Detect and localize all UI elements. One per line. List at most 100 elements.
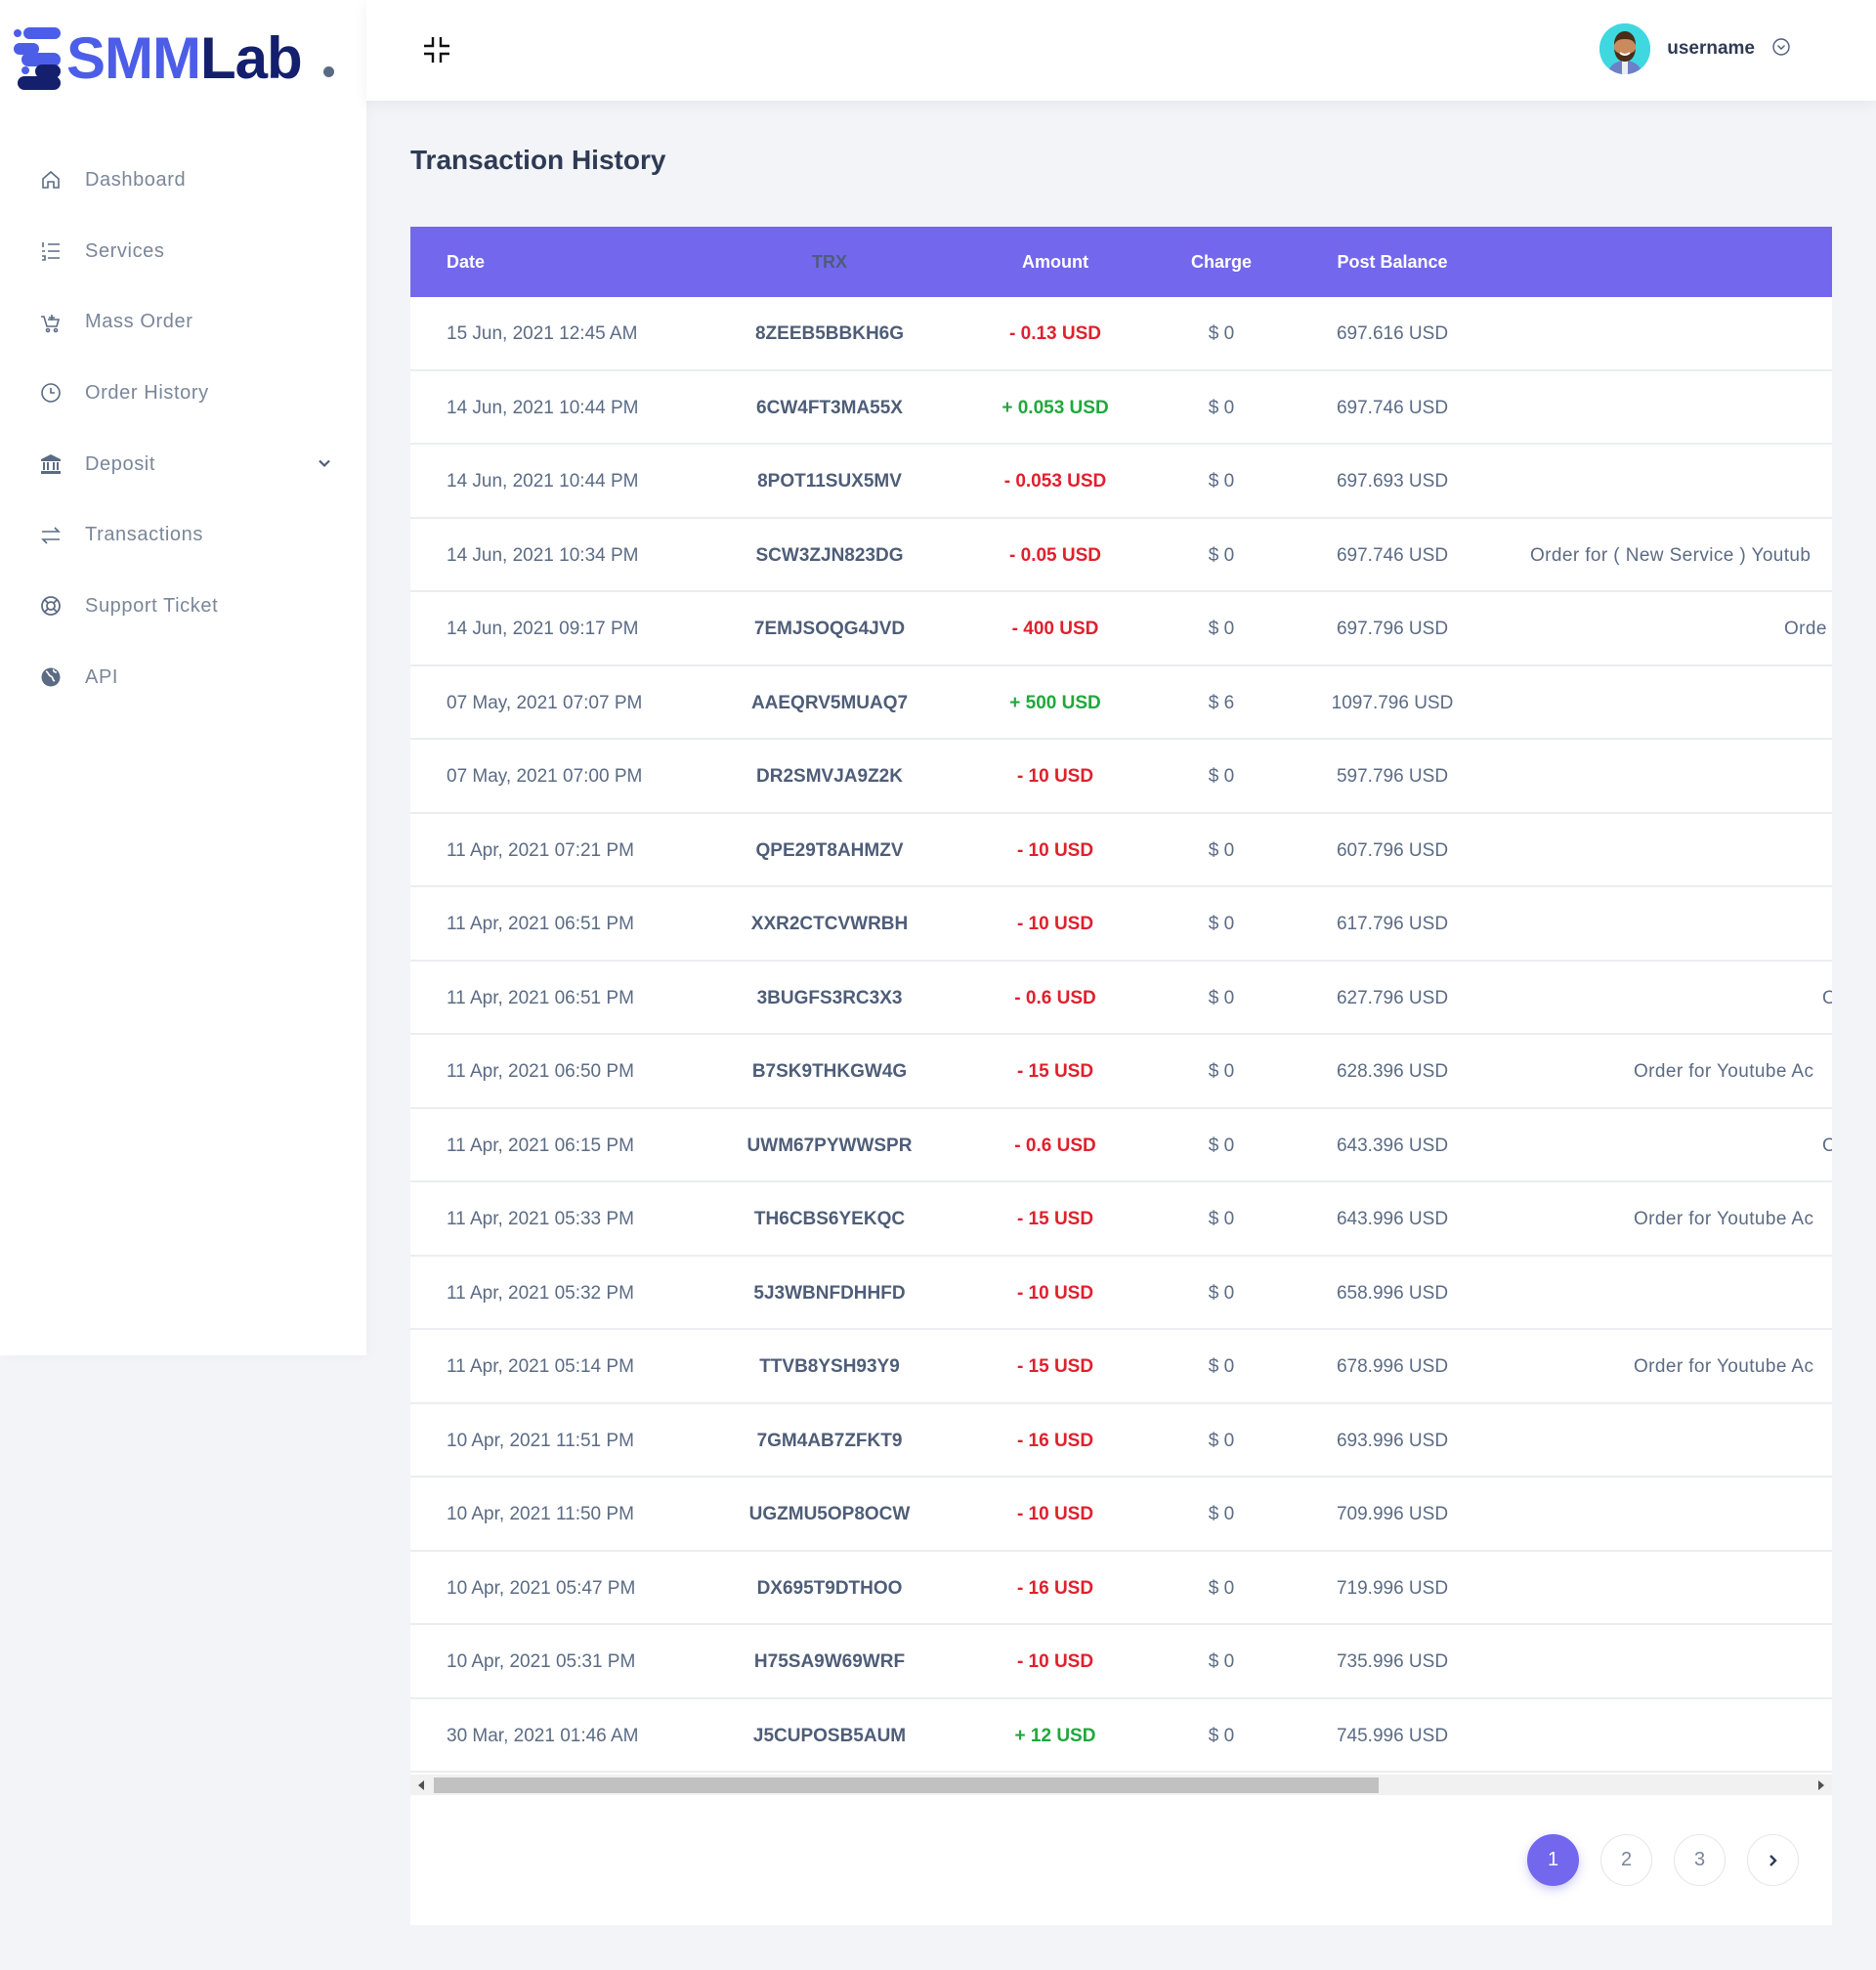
table-row: 10 Apr, 2021 11:50 PM UGZMU5OP8OCW - 10 US…: [410, 1478, 1832, 1552]
exchange-icon: [39, 524, 63, 547]
sidebar-item-order-history[interactable]: Order History: [0, 358, 366, 429]
list-ordered-icon: [39, 239, 63, 263]
scroll-right-arrow-icon[interactable]: [1818, 1780, 1824, 1790]
cell-details: Order for Youtube Ac: [1634, 1356, 1814, 1377]
next-page-button[interactable]: [1747, 1834, 1799, 1886]
transactions-card: Date TRX Amount Charge Post Balance 15 J…: [410, 227, 1832, 1925]
chevron-right-icon: [1769, 1854, 1777, 1866]
sidebar-item-label: Dashboard: [85, 168, 187, 191]
table-row: 11 Apr, 2021 05:32 PM 5J3WBNFDHHFD - 10 US…: [410, 1257, 1832, 1330]
table-row: 14 Jun, 2021 10:34 PM SCW3ZJN823DG - 0.05 …: [410, 519, 1832, 592]
sidebar-item-label: Services: [85, 239, 165, 262]
sidebar-nav: Dashboard Services Mass Order Order History…: [0, 145, 366, 713]
sidebar-item-label: Transactions: [85, 524, 203, 546]
table-row: 11 Apr, 2021 06:50 PM B7SK9THKGW4G - 15 US…: [410, 1035, 1832, 1109]
avatar: [1599, 23, 1651, 74]
table-row: 11 Apr, 2021 05:14 PM TTVB8YSH93Y9- 15 US…: [410, 1330, 1832, 1404]
table-row: 14 Jun, 2021 10:44 PM 8POT11SUX5MV - 0.053…: [410, 445, 1832, 519]
scrollbar-thumb[interactable]: [434, 1777, 1379, 1793]
sidebar-item-label: Deposit: [85, 452, 156, 475]
cell-date: 14 Jun, 2021 10:34 PM: [447, 544, 639, 566]
table-row: 07 May, 2021 07:00 PM DR2SMVJA9Z2K - 10 US…: [410, 740, 1832, 814]
logo-s-icon: [14, 27, 61, 90]
table-row: 11 Apr, 2021 06:51 PM XXR2CTCVWRBH - 10 US…: [410, 887, 1832, 962]
sidebar-item-dashboard[interactable]: Dashboard: [0, 145, 366, 216]
table-row: 11 Apr, 2021 06:15 PM UWM67PYWWSPR - 0.6 U…: [410, 1109, 1832, 1182]
cell-details: O: [1822, 987, 1832, 1008]
table-row: 14 Jun, 2021 10:44 PM 6CW4FT3MA55X + 0.053…: [410, 371, 1832, 445]
sidebar-item-services[interactable]: Services: [0, 216, 366, 287]
cart-plus-icon: [39, 311, 63, 334]
cell-date: 11 Apr, 2021 06:15 PM: [447, 1135, 634, 1156]
cell-details: Order for Youtube Ac: [1634, 1209, 1814, 1229]
table-row: 14 Jun, 2021 09:17 PM 7EMJSOQG4JVD - 400 U…: [410, 592, 1832, 666]
table-row: 10 Apr, 2021 11:51 PM 7GM4AB7ZFKT9- 16 US…: [410, 1404, 1832, 1478]
page-3-button[interactable]: 3: [1674, 1834, 1726, 1886]
cell-details: Orde: [1784, 619, 1827, 639]
clock-icon: [39, 381, 63, 405]
compress-icon[interactable]: [422, 35, 451, 64]
table-row: 11 Apr, 2021 05:33 PM TH6CBS6YEKQC - 15 US…: [410, 1182, 1832, 1257]
cell-date: 10 Apr, 2021 05:47 PM: [447, 1577, 636, 1599]
cell-date: 11 Apr, 2021 07:21 PM: [447, 839, 634, 861]
cell-date: 11 Apr, 2021 05:14 PM: [447, 1356, 634, 1377]
cell-date: 14 Jun, 2021 09:17 PM: [447, 619, 639, 639]
pagination: 123: [1527, 1834, 1799, 1886]
cell-date: 11 Apr, 2021 05:32 PM: [447, 1282, 634, 1304]
sidebar-item-deposit[interactable]: Deposit: [0, 429, 366, 500]
sidebar-item-transactions[interactable]: Transactions: [0, 499, 366, 571]
username: username: [1667, 38, 1755, 59]
sidebar-item-mass-order[interactable]: Mass Order: [0, 286, 366, 358]
cell-date: 10 Apr, 2021 05:31 PM: [447, 1651, 636, 1672]
cell-date: 11 Apr, 2021 06:51 PM: [447, 914, 634, 934]
cell-date: 07 May, 2021 07:07 PM: [447, 692, 643, 713]
table-row: 07 May, 2021 07:07 PM AAEQRV5MUAQ7 + 500 U…: [410, 666, 1832, 740]
cell-details: O: [1822, 1135, 1832, 1156]
chevron-down-icon[interactable]: [318, 456, 331, 475]
scroll-left-arrow-icon[interactable]: [418, 1780, 424, 1790]
table-row: 11 Apr, 2021 06:51 PM 3BUGFS3RC3X3- 0.6 U…: [410, 962, 1832, 1035]
user-menu[interactable]: username: [1599, 23, 1790, 74]
transactions-table: Date TRX Amount Charge Post Balance 15 J…: [410, 227, 1832, 1795]
cell-date: 10 Apr, 2021 11:50 PM: [447, 1504, 634, 1524]
cell-date: 11 Apr, 2021 06:51 PM: [447, 987, 634, 1008]
logo-dot: [322, 65, 334, 77]
table-header: Date TRX Amount Charge Post Balance: [410, 227, 1832, 297]
sidebar-item-label: API: [85, 665, 119, 688]
logo-text: SMMLab: [66, 25, 303, 91]
cell-date: 11 Apr, 2021 05:33 PM: [447, 1209, 634, 1229]
cell-date: 14 Jun, 2021 10:44 PM: [447, 471, 639, 492]
top-header: username: [366, 0, 1876, 101]
cell-details: Order for Youtube Ac: [1634, 1061, 1814, 1082]
cell-date: 30 Mar, 2021 01:46 AM: [447, 1725, 639, 1746]
column-header-date: Date: [447, 252, 486, 272]
table-row: 10 Apr, 2021 05:47 PM DX695T9DTHOO - 16 US…: [410, 1552, 1832, 1625]
globe-icon: [39, 665, 63, 689]
table-body: 15 Jun, 2021 12:45 AM 8ZEEB5BBKH6G - 0.13 …: [410, 297, 1832, 1773]
sidebar-item-label: Order History: [85, 381, 209, 404]
page-2-button[interactable]: 2: [1600, 1834, 1652, 1886]
sidebar: SMMLab Dashboard Services Mass Order Order …: [0, 0, 366, 1355]
chevron-circle-down-icon[interactable]: [1772, 37, 1790, 61]
cell-date: 14 Jun, 2021 10:44 PM: [447, 397, 639, 418]
cell-date: 07 May, 2021 07:00 PM: [447, 766, 643, 787]
horizontal-scrollbar[interactable]: [410, 1775, 1832, 1795]
page-1-button[interactable]: 1: [1527, 1834, 1579, 1886]
cell-details: Order for ( New Service ) Youtub: [1530, 544, 1812, 566]
logo[interactable]: SMMLab: [14, 27, 334, 90]
cell-date: 15 Jun, 2021 12:45 AM: [447, 323, 638, 344]
sidebar-item-api[interactable]: API: [0, 642, 366, 713]
table-row: 30 Mar, 2021 01:46 AM J5CUPOSB5AUM + 12 US…: [410, 1699, 1832, 1773]
sidebar-item-label: Support Ticket: [85, 594, 219, 617]
sidebar-item-support-ticket[interactable]: Support Ticket: [0, 571, 366, 642]
home-icon: [39, 168, 63, 192]
bank-icon: [39, 452, 63, 476]
table-row: 15 Jun, 2021 12:45 AM 8ZEEB5BBKH6G - 0.13 …: [410, 297, 1832, 371]
table-row: 11 Apr, 2021 07:21 PM QPE29T8AHMZV - 10 US…: [410, 814, 1832, 887]
table-row: 10 Apr, 2021 05:31 PM H75SA9W69WRF - 10 US…: [410, 1625, 1832, 1699]
lifebuoy-icon: [39, 594, 63, 618]
sidebar-item-label: Mass Order: [85, 311, 193, 333]
cell-date: 11 Apr, 2021 06:50 PM: [447, 1061, 634, 1082]
cell-date: 10 Apr, 2021 11:51 PM: [447, 1430, 634, 1451]
page-title: Transaction History: [410, 145, 666, 175]
